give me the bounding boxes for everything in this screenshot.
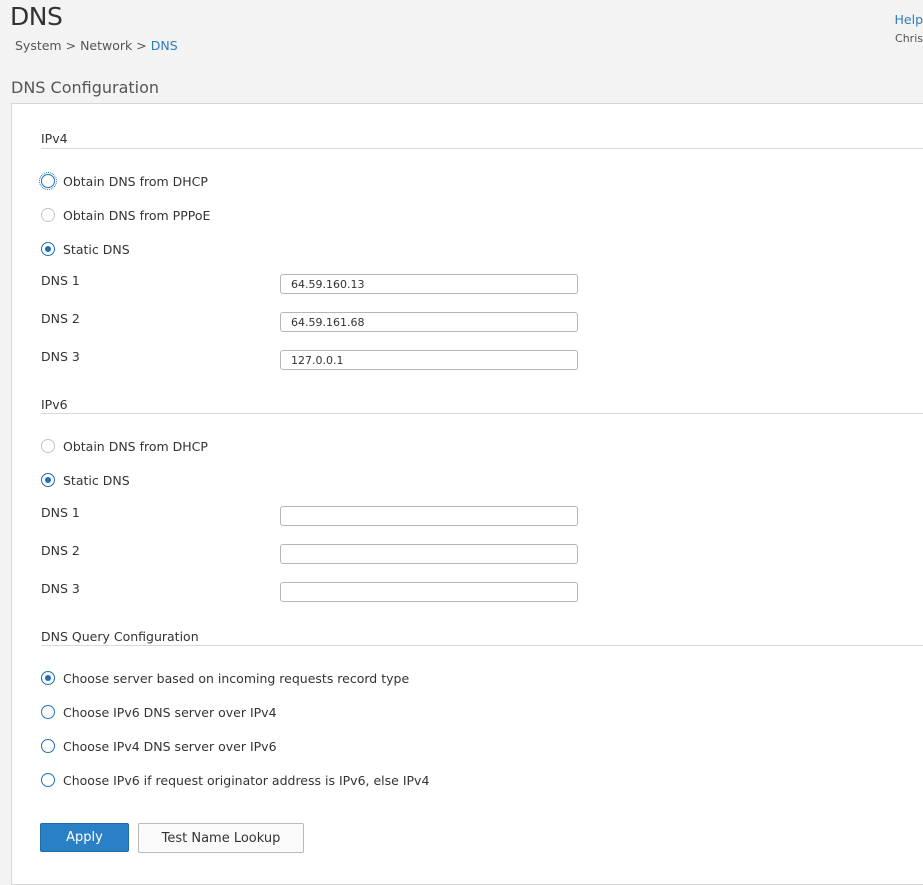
breadcrumb-network[interactable]: Network (80, 38, 132, 53)
test-name-lookup-button[interactable]: Test Name Lookup (138, 823, 304, 853)
query-originator-option[interactable]: Choose IPv6 if request originator addres… (41, 771, 429, 789)
ipv4-dns3-input[interactable] (280, 350, 578, 370)
radio-button[interactable] (41, 439, 55, 453)
breadcrumb: System > Network > DNS (15, 38, 178, 53)
ipv6-static-label: Static DNS (63, 473, 130, 488)
ipv6-dns3-input[interactable] (280, 582, 578, 602)
ipv6-dhcp-label: Obtain DNS from DHCP (63, 439, 208, 454)
apply-button[interactable]: Apply (40, 823, 129, 852)
ipv4-static-option[interactable]: Static DNS (41, 240, 130, 258)
ipv6-dns1-input[interactable] (280, 506, 578, 526)
radio-button[interactable] (41, 705, 55, 719)
ipv4-header: IPv4 (41, 131, 68, 146)
ipv6-static-option[interactable]: Static DNS (41, 471, 130, 489)
ipv4-dns3-label: DNS 3 (41, 349, 80, 364)
breadcrumb-current[interactable]: DNS (151, 38, 178, 53)
ipv4-dhcp-label: Obtain DNS from DHCP (63, 174, 208, 189)
radio-button[interactable] (41, 739, 55, 753)
user-name[interactable]: Chris (895, 32, 923, 45)
ipv6-dns2-input[interactable] (280, 544, 578, 564)
query-record-type-option[interactable]: Choose server based on incoming requests… (41, 669, 409, 687)
breadcrumb-system[interactable]: System (15, 38, 62, 53)
divider (41, 645, 923, 646)
ipv6-dns1-label: DNS 1 (41, 505, 80, 520)
ipv6-header: IPv6 (41, 397, 68, 412)
ipv6-dns3-label: DNS 3 (41, 581, 80, 596)
query-header: DNS Query Configuration (41, 629, 199, 644)
ipv4-dns1-input[interactable] (280, 274, 578, 294)
ipv4-dns2-label: DNS 2 (41, 311, 80, 326)
ipv6-dns2-label: DNS 2 (41, 543, 80, 558)
section-title: DNS Configuration (11, 78, 159, 97)
query-ipv4-over-ipv6-option[interactable]: Choose IPv4 DNS server over IPv6 (41, 737, 277, 755)
query-originator-label: Choose IPv6 if request originator addres… (63, 773, 429, 788)
ipv4-static-label: Static DNS (63, 242, 130, 257)
ipv4-dns2-input[interactable] (280, 312, 578, 332)
ipv4-dns1-label: DNS 1 (41, 273, 80, 288)
query-record-type-label: Choose server based on incoming requests… (63, 671, 409, 686)
ipv4-pppoe-label: Obtain DNS from PPPoE (63, 208, 210, 223)
ipv6-dhcp-option[interactable]: Obtain DNS from DHCP (41, 437, 208, 455)
breadcrumb-separator: > (136, 38, 146, 53)
radio-button[interactable] (41, 174, 55, 188)
help-link[interactable]: Help (895, 12, 923, 27)
divider (41, 413, 923, 414)
page-title: DNS (10, 2, 62, 31)
radio-button[interactable] (41, 773, 55, 787)
dns-config-panel: IPv4 Obtain DNS from DHCP Obtain DNS fro… (11, 103, 923, 885)
ipv4-pppoe-option[interactable]: Obtain DNS from PPPoE (41, 206, 210, 224)
query-ipv6-over-ipv4-label: Choose IPv6 DNS server over IPv4 (63, 705, 277, 720)
breadcrumb-separator: > (66, 38, 76, 53)
radio-button[interactable] (41, 242, 55, 256)
radio-button[interactable] (41, 208, 55, 222)
radio-button[interactable] (41, 671, 55, 685)
ipv4-dhcp-option[interactable]: Obtain DNS from DHCP (41, 172, 208, 190)
query-ipv6-over-ipv4-option[interactable]: Choose IPv6 DNS server over IPv4 (41, 703, 277, 721)
divider (41, 148, 923, 149)
radio-button[interactable] (41, 473, 55, 487)
query-ipv4-over-ipv6-label: Choose IPv4 DNS server over IPv6 (63, 739, 277, 754)
